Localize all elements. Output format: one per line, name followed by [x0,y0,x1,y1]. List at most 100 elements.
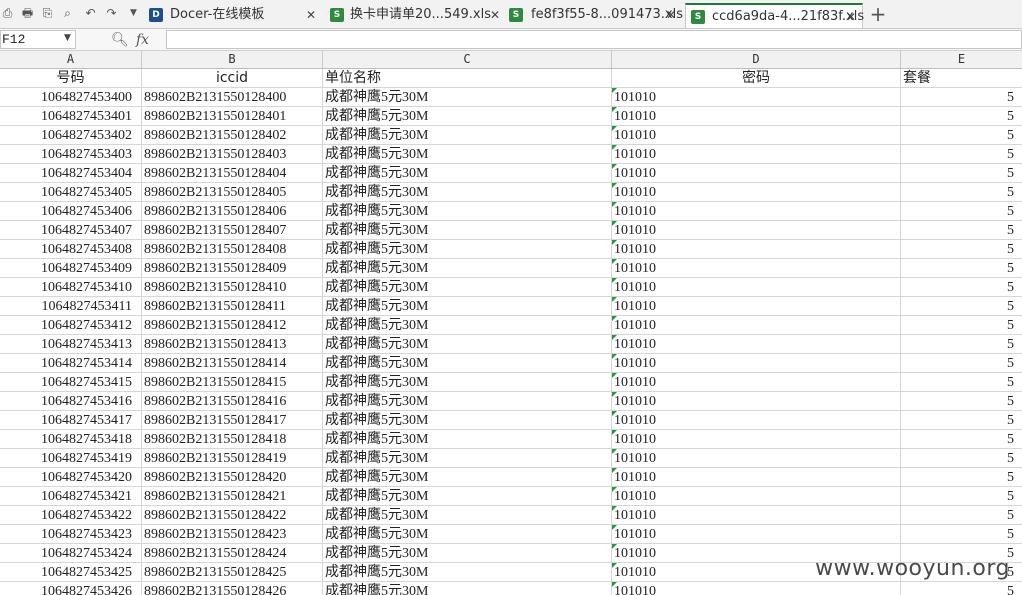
undo-icon[interactable]: ↶ [83,6,98,21]
export-pdf-icon[interactable]: ⎙ [0,6,15,21]
column-header-a[interactable]: A [0,51,142,68]
header-cell-unit-name[interactable]: 单位名称 [323,69,612,87]
cell-password[interactable]: 101010 [612,373,901,391]
cell-password[interactable]: 101010 [612,278,901,296]
cell-password[interactable]: 101010 [612,183,901,201]
cell-unit-name[interactable]: 成都神鹰5元30M [323,316,612,334]
cell-phone-number[interactable]: 1064827453423 [0,525,142,543]
cell-phone-number[interactable]: 1064827453405 [0,183,142,201]
cell-phone-number[interactable]: 1064827453406 [0,202,142,220]
cell-iccid[interactable]: 898602B2131550128409 [142,259,323,277]
cell-phone-number[interactable]: 1064827453417 [0,411,142,429]
cell-plan[interactable]: 5 [901,164,1022,182]
cell-phone-number[interactable]: 1064827453414 [0,354,142,372]
cell-iccid[interactable]: 898602B2131550128412 [142,316,323,334]
cell-plan[interactable]: 5 [901,468,1022,486]
cell-phone-number[interactable]: 1064827453407 [0,221,142,239]
cell-password[interactable]: 101010 [612,126,901,144]
cell-unit-name[interactable]: 成都神鹰5元30M [323,563,612,581]
cell-unit-name[interactable]: 成都神鹰5元30M [323,544,612,562]
cell-unit-name[interactable]: 成都神鹰5元30M [323,183,612,201]
cell-iccid[interactable]: 898602B2131550128405 [142,183,323,201]
cell-plan[interactable]: 5 [901,107,1022,125]
cell-password[interactable]: 101010 [612,354,901,372]
cell-iccid[interactable]: 898602B2131550128419 [142,449,323,467]
cell-plan[interactable]: 5 [901,506,1022,524]
cell-password[interactable]: 101010 [612,145,901,163]
cell-unit-name[interactable]: 成都神鹰5元30M [323,354,612,372]
cell-password[interactable]: 101010 [612,525,901,543]
print-preview-icon[interactable]: ⎘ [40,6,55,21]
cell-plan[interactable]: 5 [901,240,1022,258]
cell-password[interactable]: 101010 [612,582,901,595]
cell-plan[interactable]: 5 [901,335,1022,353]
chevron-down-icon[interactable]: ▼ [64,30,71,47]
cell-phone-number[interactable]: 1064827453403 [0,145,142,163]
cell-phone-number[interactable]: 1064827453413 [0,335,142,353]
cell-plan[interactable]: 5 [901,145,1022,163]
cell-phone-number[interactable]: 1064827453426 [0,582,142,595]
cell-unit-name[interactable]: 成都神鹰5元30M [323,107,612,125]
cell-phone-number[interactable]: 1064827453420 [0,468,142,486]
cell-plan[interactable]: 5 [901,278,1022,296]
cell-plan[interactable]: 5 [901,297,1022,315]
cell-password[interactable]: 101010 [612,297,901,315]
cell-unit-name[interactable]: 成都神鹰5元30M [323,297,612,315]
cell-plan[interactable]: 5 [901,259,1022,277]
cell-plan[interactable]: 5 [901,487,1022,505]
header-cell-phone[interactable]: 号码 [0,69,142,87]
cell-unit-name[interactable]: 成都神鹰5元30M [323,221,612,239]
cell-plan[interactable]: 5 [901,126,1022,144]
cell-phone-number[interactable]: 1064827453421 [0,487,142,505]
cell-password[interactable]: 101010 [612,411,901,429]
cell-iccid[interactable]: 898602B2131550128404 [142,164,323,182]
cell-iccid[interactable]: 898602B2131550128421 [142,487,323,505]
cell-unit-name[interactable]: 成都神鹰5元30M [323,164,612,182]
print-icon[interactable]: 🖶 [20,6,35,21]
close-icon[interactable]: ✕ [666,3,676,27]
column-header-e[interactable]: E [901,51,1022,68]
tab-apply-form[interactable]: S 换卡申请单20...549.xls ✕ [330,3,506,28]
new-tab-button[interactable]: + [868,3,888,25]
cell-iccid[interactable]: 898602B2131550128414 [142,354,323,372]
cell-iccid[interactable]: 898602B2131550128425 [142,563,323,581]
cell-phone-number[interactable]: 1064827453404 [0,164,142,182]
cell-phone-number[interactable]: 1064827453416 [0,392,142,410]
cell-plan[interactable]: 5 [901,221,1022,239]
cell-phone-number[interactable]: 1064827453400 [0,88,142,106]
cell-plan[interactable]: 5 [901,183,1022,201]
quick-access-dropdown-icon[interactable]: ▼ [126,6,141,21]
cell-iccid[interactable]: 898602B2131550128410 [142,278,323,296]
cell-unit-name[interactable]: 成都神鹰5元30M [323,259,612,277]
cell-phone-number[interactable]: 1064827453425 [0,563,142,581]
cell-unit-name[interactable]: 成都神鹰5元30M [323,430,612,448]
close-icon[interactable]: ✕ [306,3,316,27]
cell-iccid[interactable]: 898602B2131550128424 [142,544,323,562]
cell-unit-name[interactable]: 成都神鹰5元30M [323,145,612,163]
column-header-d[interactable]: D [612,51,901,68]
cell-phone-number[interactable]: 1064827453422 [0,506,142,524]
cell-phone-number[interactable]: 1064827453408 [0,240,142,258]
close-icon[interactable]: ✕ [490,3,500,27]
column-header-c[interactable]: C [323,51,612,68]
cell-phone-number[interactable]: 1064827453415 [0,373,142,391]
cell-plan[interactable]: 5 [901,202,1022,220]
cell-iccid[interactable]: 898602B2131550128413 [142,335,323,353]
cell-plan[interactable]: 5 [901,392,1022,410]
cell-unit-name[interactable]: 成都神鹰5元30M [323,373,612,391]
cell-iccid[interactable]: 898602B2131550128407 [142,221,323,239]
cell-password[interactable]: 101010 [612,240,901,258]
cell-phone-number[interactable]: 1064827453402 [0,126,142,144]
cell-unit-name[interactable]: 成都神鹰5元30M [323,487,612,505]
cell-plan[interactable]: 5 [901,354,1022,372]
zoom-icon[interactable]: 🔍︎ [111,31,129,49]
cell-plan[interactable]: 5 [901,582,1022,595]
cell-phone-number[interactable]: 1064827453412 [0,316,142,334]
cell-iccid[interactable]: 898602B2131550128406 [142,202,323,220]
tab-ccd6a9da[interactable]: S ccd6a9da-4...21f83f.xls ✕ [685,3,864,28]
cell-unit-name[interactable]: 成都神鹰5元30M [323,240,612,258]
formula-input[interactable] [166,30,1022,49]
cell-unit-name[interactable]: 成都神鹰5元30M [323,468,612,486]
cell-phone-number[interactable]: 1064827453411 [0,297,142,315]
cell-unit-name[interactable]: 成都神鹰5元30M [323,335,612,353]
